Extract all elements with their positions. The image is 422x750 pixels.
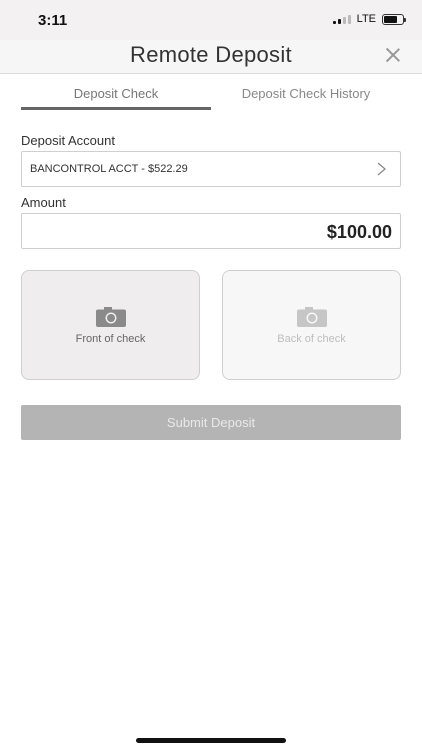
- tab-deposit-check[interactable]: Deposit Check: [21, 80, 211, 110]
- amount-field[interactable]: $100.00: [21, 213, 401, 249]
- deposit-account-label: Deposit Account: [21, 133, 115, 148]
- amount-label: Amount: [21, 195, 66, 210]
- front-of-check-label: Front of check: [75, 333, 146, 345]
- header: Remote Deposit: [0, 40, 422, 74]
- back-of-check-button[interactable]: Back of check: [222, 270, 401, 380]
- camera-icon: [296, 307, 327, 327]
- deposit-account-selector[interactable]: BANCONTROL ACCT - $522.29: [21, 151, 401, 187]
- network-label: LTE: [356, 13, 376, 25]
- submit-deposit-button[interactable]: Submit Deposit: [21, 405, 401, 440]
- chevron-right-icon: [377, 162, 386, 176]
- back-of-check-label: Back of check: [277, 333, 346, 345]
- status-indicators: LTE: [332, 13, 406, 25]
- page-title: Remote Deposit: [130, 42, 292, 67]
- camera-icon: [95, 307, 126, 327]
- home-indicator: [136, 738, 286, 743]
- amount-value: $100.00: [326, 222, 392, 242]
- front-of-check-button[interactable]: Front of check: [21, 270, 200, 380]
- status-time: 3:11: [38, 12, 68, 29]
- tab-bar: Deposit Check Deposit Check History: [21, 80, 401, 110]
- close-icon[interactable]: [382, 44, 404, 66]
- status-bar: 3:11 LTE: [0, 0, 422, 40]
- battery-icon: [382, 13, 406, 25]
- deposit-account-value: BANCONTROL ACCT - $522.29: [30, 163, 188, 175]
- signal-icon: [332, 14, 351, 24]
- tab-deposit-check-history[interactable]: Deposit Check History: [211, 80, 401, 110]
